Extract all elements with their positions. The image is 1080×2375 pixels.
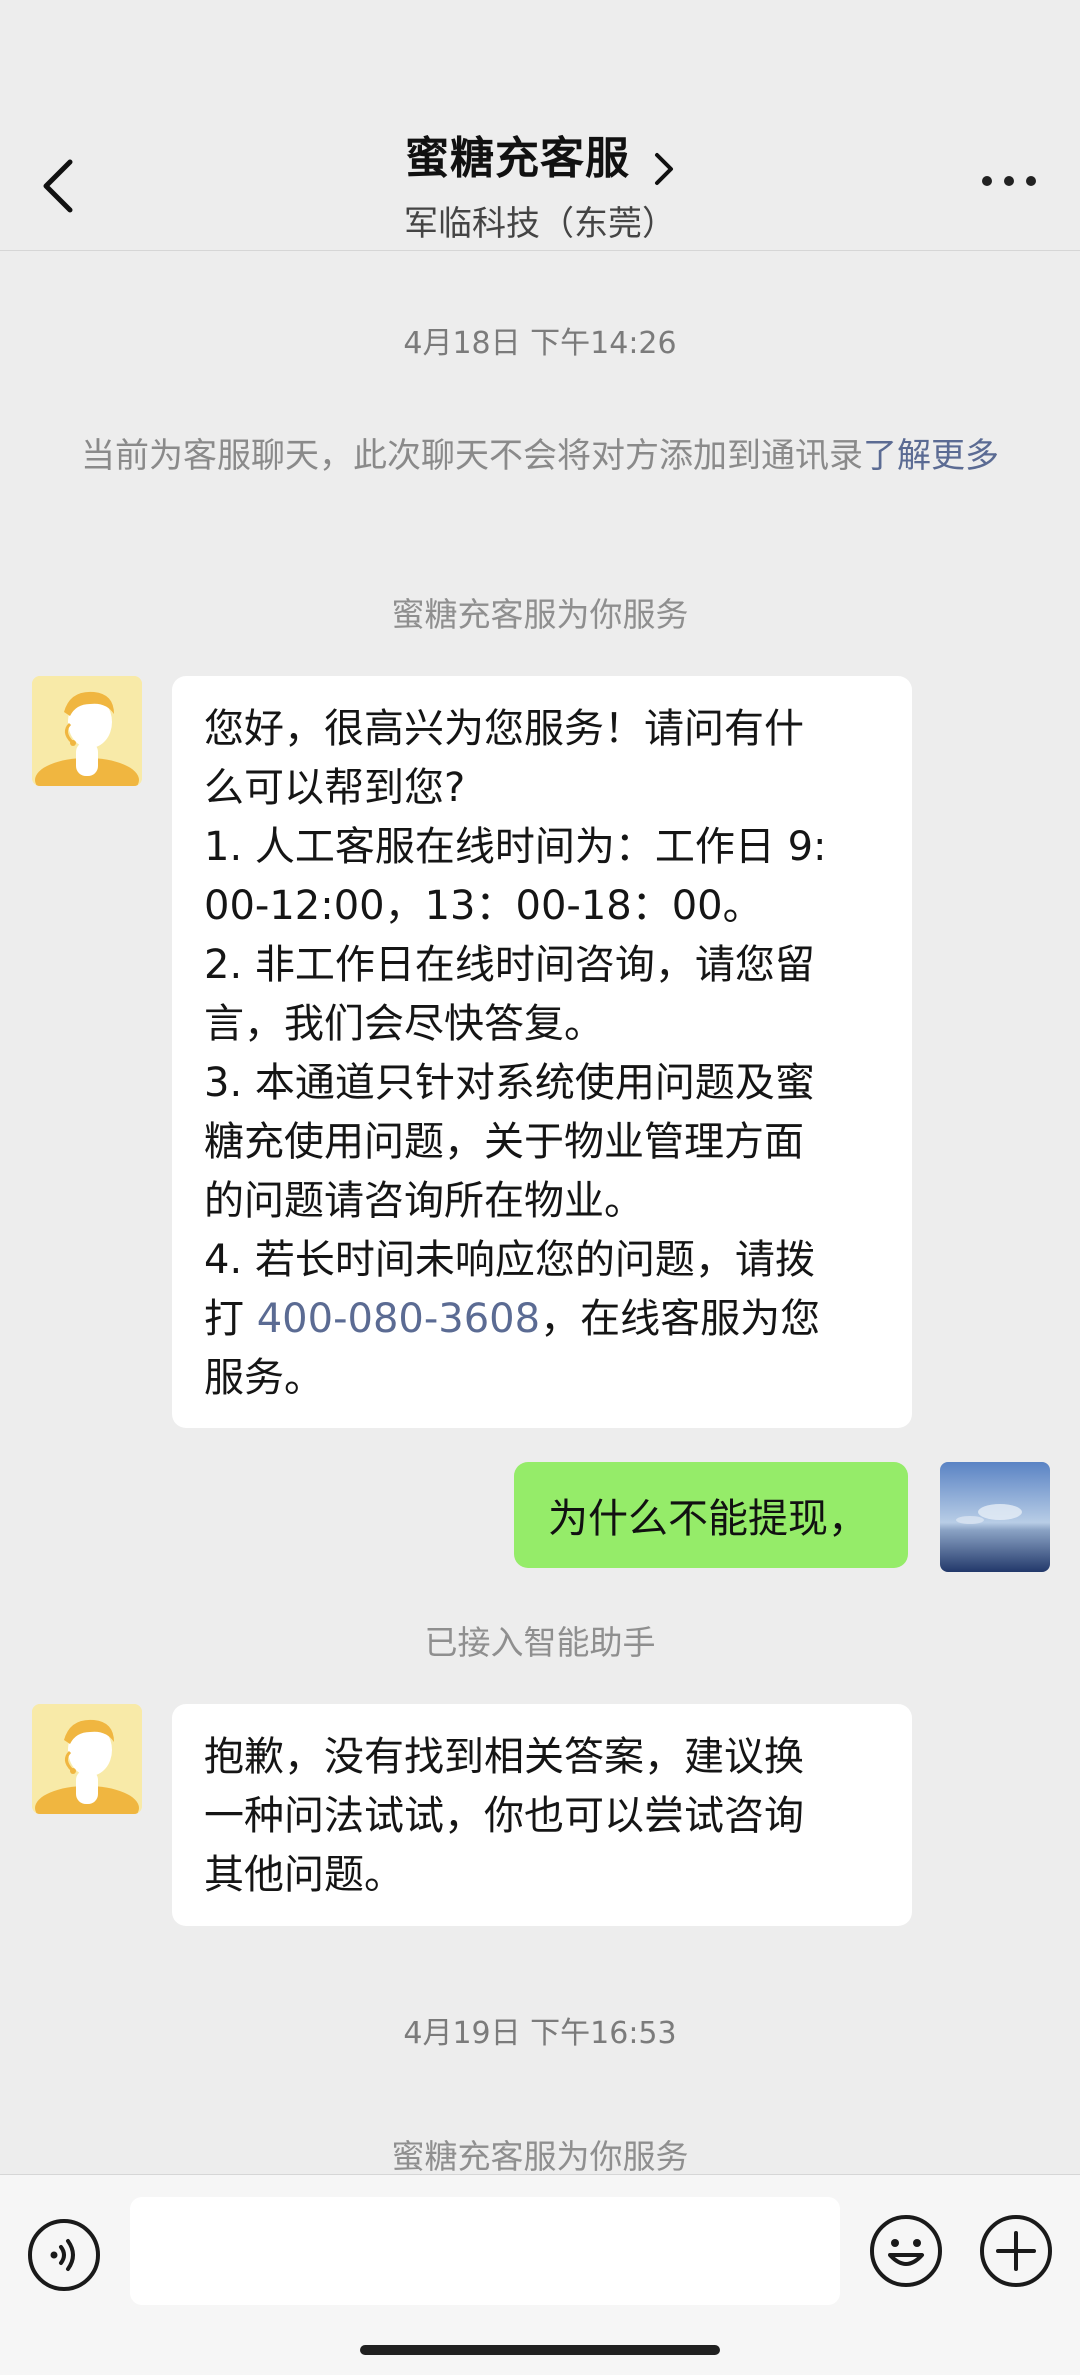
message-line: 1. 人工客服在线时间为：工作日 9:: [204, 824, 827, 870]
emoji-icon[interactable]: [868, 2213, 944, 2289]
plus-icon[interactable]: [978, 2213, 1054, 2289]
message-line: 的问题请咨询所在物业。: [204, 1178, 644, 1224]
bot-avatar[interactable]: [32, 1704, 142, 1814]
more-dot: [1004, 176, 1014, 186]
bot-message-bubble[interactable]: 您好，很高兴为您服务！请问有什 么可以帮到您? 1. 人工客服在线时间为：工作日…: [172, 676, 912, 1428]
system-message: 蜜糖充客服为你服务: [391, 595, 689, 634]
message-line: 其他问题。: [204, 1852, 404, 1898]
message-line: 您好，很高兴为您服务！请问有什: [204, 706, 804, 752]
learn-more-link[interactable]: 了解更多: [863, 436, 999, 476]
bot-avatar[interactable]: [32, 676, 142, 786]
message-line: 打 400-080-3608，在线客服为您: [204, 1290, 880, 1349]
message-line: 么可以帮到您?: [204, 765, 466, 811]
timestamp: 4月18日 下午14:26: [403, 326, 677, 361]
home-indicator: [360, 2345, 720, 2355]
message-line: 言，我们会尽快答复。: [204, 1001, 604, 1047]
agent-avatar-icon: [32, 1704, 142, 1814]
chat-header: 蜜糖充客服 军临科技（东莞）: [0, 0, 1080, 251]
message-line: 一种问法试试，你也可以尝试咨询: [204, 1793, 804, 1839]
input-bar: [0, 2174, 1080, 2375]
user-message-bubble[interactable]: 为什么不能提现，: [514, 1462, 908, 1568]
chat-title-area[interactable]: 蜜糖充客服: [0, 122, 1080, 186]
message-line: 服务。: [204, 1355, 324, 1401]
message-input[interactable]: [130, 2197, 840, 2305]
more-dot: [982, 176, 992, 186]
notice-text: 当前为客服聊天，此次聊天不会将对方添加到通讯录: [81, 436, 863, 476]
message-line: 糖充使用问题，关于物业管理方面: [204, 1119, 804, 1165]
chevron-right-icon[interactable]: [653, 152, 675, 186]
more-dot: [1026, 176, 1036, 186]
phone-number-link[interactable]: 400-080-3608: [257, 1296, 540, 1342]
message-line: 3. 本通道只针对系统使用问题及蜜: [204, 1060, 815, 1106]
bot-message-bubble[interactable]: 抱歉，没有找到相关答案，建议换 一种问法试试，你也可以尝试咨询 其他问题。: [172, 1704, 912, 1926]
line-prefix: 打: [204, 1296, 257, 1342]
user-avatar[interactable]: [940, 1462, 1050, 1572]
user-message-text: 为什么不能提现，: [548, 1496, 868, 1542]
more-dots-icon[interactable]: [982, 176, 1036, 186]
chat-title[interactable]: 蜜糖充客服: [405, 133, 630, 184]
message-line: 4. 若长时间未响应您的问题，请拨: [204, 1237, 815, 1283]
voice-icon[interactable]: [26, 2217, 102, 2293]
message-line: 00-12:00，13：00-18：00。: [204, 883, 763, 929]
timestamp: 4月19日 下午16:53: [403, 2016, 677, 2051]
line-suffix: ，在线客服为您: [540, 1296, 821, 1342]
system-message: 蜜糖充客服为你服务: [391, 2137, 689, 2176]
chat-subtitle: 军临科技（东莞）: [404, 204, 676, 244]
customer-service-notice: 当前为客服聊天，此次聊天不会将对方添加到通讯录了解更多: [80, 432, 1000, 480]
message-line: 2. 非工作日在线时间咨询，请您留: [204, 942, 815, 988]
agent-avatar-icon: [32, 676, 142, 786]
sea-photo-avatar: [940, 1462, 1050, 1572]
message-line: 抱歉，没有找到相关答案，建议换: [204, 1734, 804, 1780]
system-message: 已接入智能助手: [424, 1623, 656, 1662]
